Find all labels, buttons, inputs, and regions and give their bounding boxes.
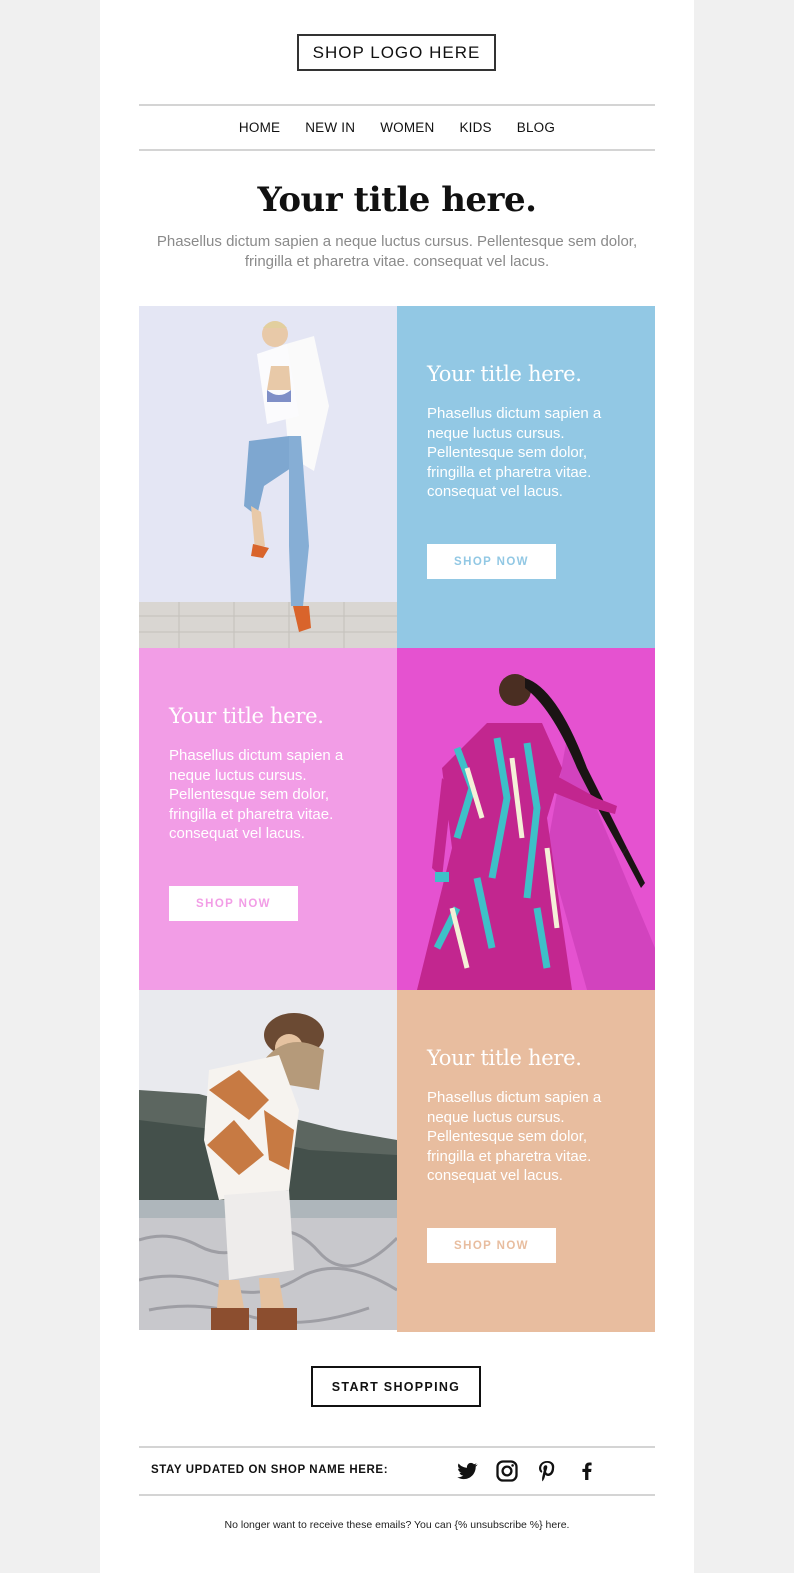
product-block-2-text: Phasellus dictum sapien a neque luctus c… — [169, 747, 344, 842]
product-block-2: Your title here. Phasellus dictum sapien… — [139, 648, 397, 990]
product-photo-3[interactable] — [139, 990, 397, 1332]
social-icons — [455, 1459, 599, 1483]
nav-item-blog[interactable]: BLOG — [517, 120, 555, 135]
product-block-3-title: Your title here. — [427, 1046, 582, 1070]
product-block-1-text: Phasellus dictum sapien a neque luctus c… — [427, 405, 602, 500]
email-container: SHOP LOGO HERE HOME NEW IN WOMEN KIDS BL… — [100, 0, 694, 1573]
product-photo-1[interactable] — [139, 306, 397, 648]
main-nav: HOME NEW IN WOMEN KIDS BLOG — [139, 104, 655, 151]
social-bar: STAY UPDATED ON SHOP NAME HERE: — [139, 1446, 655, 1496]
hero-text: Phasellus dictum sapien a neque luctus c… — [156, 233, 638, 270]
product-block-3: Your title here. Phasellus dictum sapien… — [397, 990, 655, 1332]
social-label: STAY UPDATED ON SHOP NAME HERE: — [151, 1464, 389, 1476]
shop-logo-text: SHOP LOGO HERE — [312, 42, 481, 62]
instagram-icon[interactable] — [495, 1459, 519, 1483]
product-block-1-title: Your title here. — [427, 362, 582, 386]
product-grid: Your title here. Phasellus dictum sapien… — [139, 306, 655, 1332]
shop-now-button-2[interactable]: SHOP NOW — [169, 886, 298, 921]
nav-item-women[interactable]: WOMEN — [380, 120, 434, 135]
product-block-3-text: Phasellus dictum sapien a neque luctus c… — [427, 1089, 602, 1184]
start-shopping-button[interactable]: START SHOPPING — [311, 1366, 481, 1407]
pinterest-icon[interactable] — [535, 1459, 559, 1483]
product-block-2-title: Your title here. — [169, 704, 324, 728]
hero-title: Your title here. — [257, 180, 537, 220]
facebook-icon[interactable] — [575, 1459, 599, 1483]
product-photo-2[interactable] — [397, 648, 655, 990]
product-block-1: Your title here. Phasellus dictum sapien… — [397, 306, 655, 648]
unsubscribe-footer: No longer want to receive these emails? … — [224, 1519, 570, 1531]
shop-logo[interactable]: SHOP LOGO HERE — [297, 34, 496, 71]
nav-item-home[interactable]: HOME — [239, 120, 280, 135]
nav-item-new-in[interactable]: NEW IN — [305, 120, 355, 135]
shop-now-button-3[interactable]: SHOP NOW — [427, 1228, 556, 1263]
twitter-icon[interactable] — [455, 1459, 479, 1483]
nav-item-kids[interactable]: KIDS — [459, 120, 491, 135]
shop-now-button-1[interactable]: SHOP NOW — [427, 544, 556, 579]
